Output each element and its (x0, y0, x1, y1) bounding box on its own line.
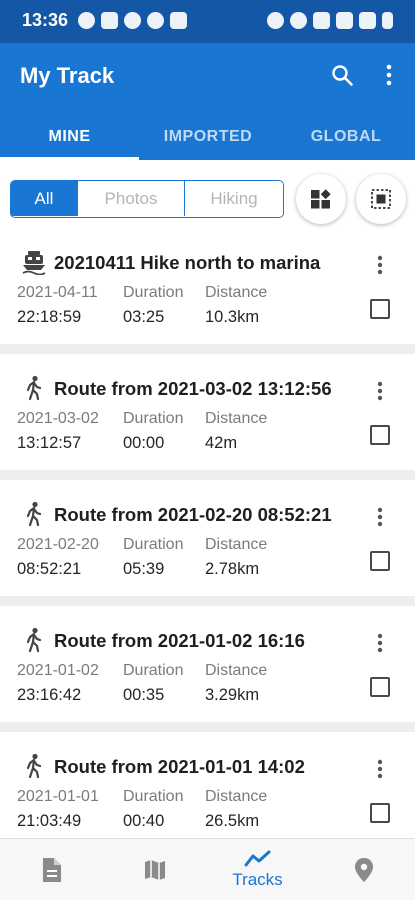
distance-label: Distance (205, 662, 268, 679)
select-all-icon (371, 189, 391, 209)
track-duration: 00:35 (123, 686, 165, 704)
duration-label: Duration (123, 788, 184, 805)
select-all-button[interactable] (356, 174, 406, 224)
walk-icon (26, 375, 42, 401)
chip-photos[interactable]: Photos (77, 181, 184, 216)
signal-icon (359, 12, 376, 29)
boat-icon (22, 251, 46, 275)
chip-all[interactable]: All (11, 181, 77, 216)
nav-documents[interactable] (0, 839, 103, 900)
track-menu-icon[interactable] (372, 506, 388, 528)
track-name: 20210411 Hike north to marina (54, 252, 321, 273)
track-distance: 26.5km (205, 812, 260, 830)
search-icon[interactable] (330, 63, 354, 87)
nav-tracks[interactable]: Tracks (206, 839, 309, 900)
distance-label: Distance (205, 284, 268, 301)
track-date: 2021-04-11 (17, 284, 98, 301)
map-icon (144, 860, 165, 880)
photo-app-icon (101, 12, 118, 29)
track-time: 23:16:42 (17, 686, 82, 704)
pie-app-icon (124, 12, 141, 29)
battery-icon (382, 12, 393, 29)
duration-label: Duration (123, 662, 184, 679)
track-menu-icon[interactable] (372, 632, 388, 654)
track-distance: 2.78km (205, 560, 260, 578)
status-time: 13:36 (22, 10, 69, 30)
track-checkbox[interactable] (370, 425, 390, 445)
nfc-icon (336, 12, 353, 29)
tab-bar: MINE IMPORTED GLOBAL (0, 113, 415, 160)
track-item[interactable]: Route from 2021-01-02 16:16 2021-01-02 D… (0, 616, 415, 732)
track-menu-icon[interactable] (372, 254, 388, 276)
tab-mine[interactable]: MINE (0, 113, 139, 160)
tab-imported[interactable]: IMPORTED (139, 113, 277, 160)
track-name: Route from 2021-01-01 14:02 (54, 756, 305, 777)
duration-label: Duration (123, 284, 184, 301)
track-duration: 05:39 (123, 560, 165, 578)
chip-hiking[interactable]: Hiking (184, 181, 283, 216)
track-duration: 03:25 (123, 308, 165, 326)
track-time: 21:03:49 (17, 812, 82, 830)
track-checkbox[interactable] (370, 803, 390, 823)
alarm-icon (267, 12, 284, 29)
app-title: My Track (20, 63, 115, 88)
system-icons (267, 12, 393, 29)
track-time: 08:52:21 (17, 560, 82, 578)
track-date: 2021-03-02 (17, 410, 99, 427)
bottom-navigation: Tracks (0, 838, 415, 900)
track-date: 2021-01-02 (17, 662, 99, 679)
track-checkbox[interactable] (370, 551, 390, 571)
duration-label: Duration (123, 410, 184, 427)
track-name: Route from 2021-02-20 08:52:21 (54, 504, 332, 525)
vpn-icon (147, 12, 164, 29)
track-item[interactable]: Route from 2021-02-20 08:52:21 2021-02-2… (0, 490, 415, 606)
track-item[interactable]: Route from 2021-03-02 13:12:56 2021-03-0… (0, 364, 415, 480)
track-checkbox[interactable] (370, 299, 390, 319)
track-time: 22:18:59 (17, 308, 82, 326)
messages-icon (78, 12, 95, 29)
tab-global[interactable]: GLOBAL (277, 113, 415, 160)
cast-icon (170, 12, 187, 29)
track-date: 2021-02-20 (17, 536, 99, 553)
track-menu-icon[interactable] (372, 758, 388, 780)
track-distance: 3.29km (205, 686, 260, 704)
track-distance: 42m (205, 434, 238, 452)
distance-label: Distance (205, 536, 268, 553)
category-button[interactable] (296, 174, 346, 224)
nav-map[interactable] (103, 839, 206, 900)
distance-label: Distance (205, 410, 268, 427)
document-icon (42, 858, 61, 882)
walk-icon (26, 501, 42, 527)
duration-label: Duration (123, 536, 184, 553)
track-item[interactable]: 20210411 Hike north to marina 2021-04-11… (0, 238, 415, 354)
track-menu-icon[interactable] (372, 380, 388, 402)
track-date: 2021-01-01 (17, 788, 99, 805)
app-bar: My Track MINE IMPORTED GLOBAL (0, 43, 415, 160)
tracks-icon (244, 850, 270, 867)
notification-icons (78, 12, 187, 29)
walk-icon (26, 627, 42, 653)
nav-location[interactable] (312, 839, 415, 900)
track-name: Route from 2021-01-02 16:16 (54, 630, 305, 651)
category-grid-icon (311, 189, 331, 209)
location-icon (290, 12, 307, 29)
track-checkbox[interactable] (370, 677, 390, 697)
track-duration: 00:00 (123, 434, 165, 452)
key-icon (313, 12, 330, 29)
nav-tracks-label: Tracks (232, 870, 283, 889)
filter-chip-group: All Photos Hiking (10, 180, 284, 218)
status-bar: 13:36 (0, 0, 415, 43)
walk-icon (26, 753, 42, 779)
more-options-icon[interactable] (381, 63, 397, 87)
track-distance: 10.3km (205, 308, 260, 326)
track-name: Route from 2021-03-02 13:12:56 (54, 378, 332, 399)
track-duration: 00:40 (123, 812, 165, 830)
track-time: 13:12:57 (17, 434, 82, 452)
location-pin-icon (354, 858, 373, 882)
distance-label: Distance (205, 788, 268, 805)
tab-indicator (0, 157, 139, 160)
